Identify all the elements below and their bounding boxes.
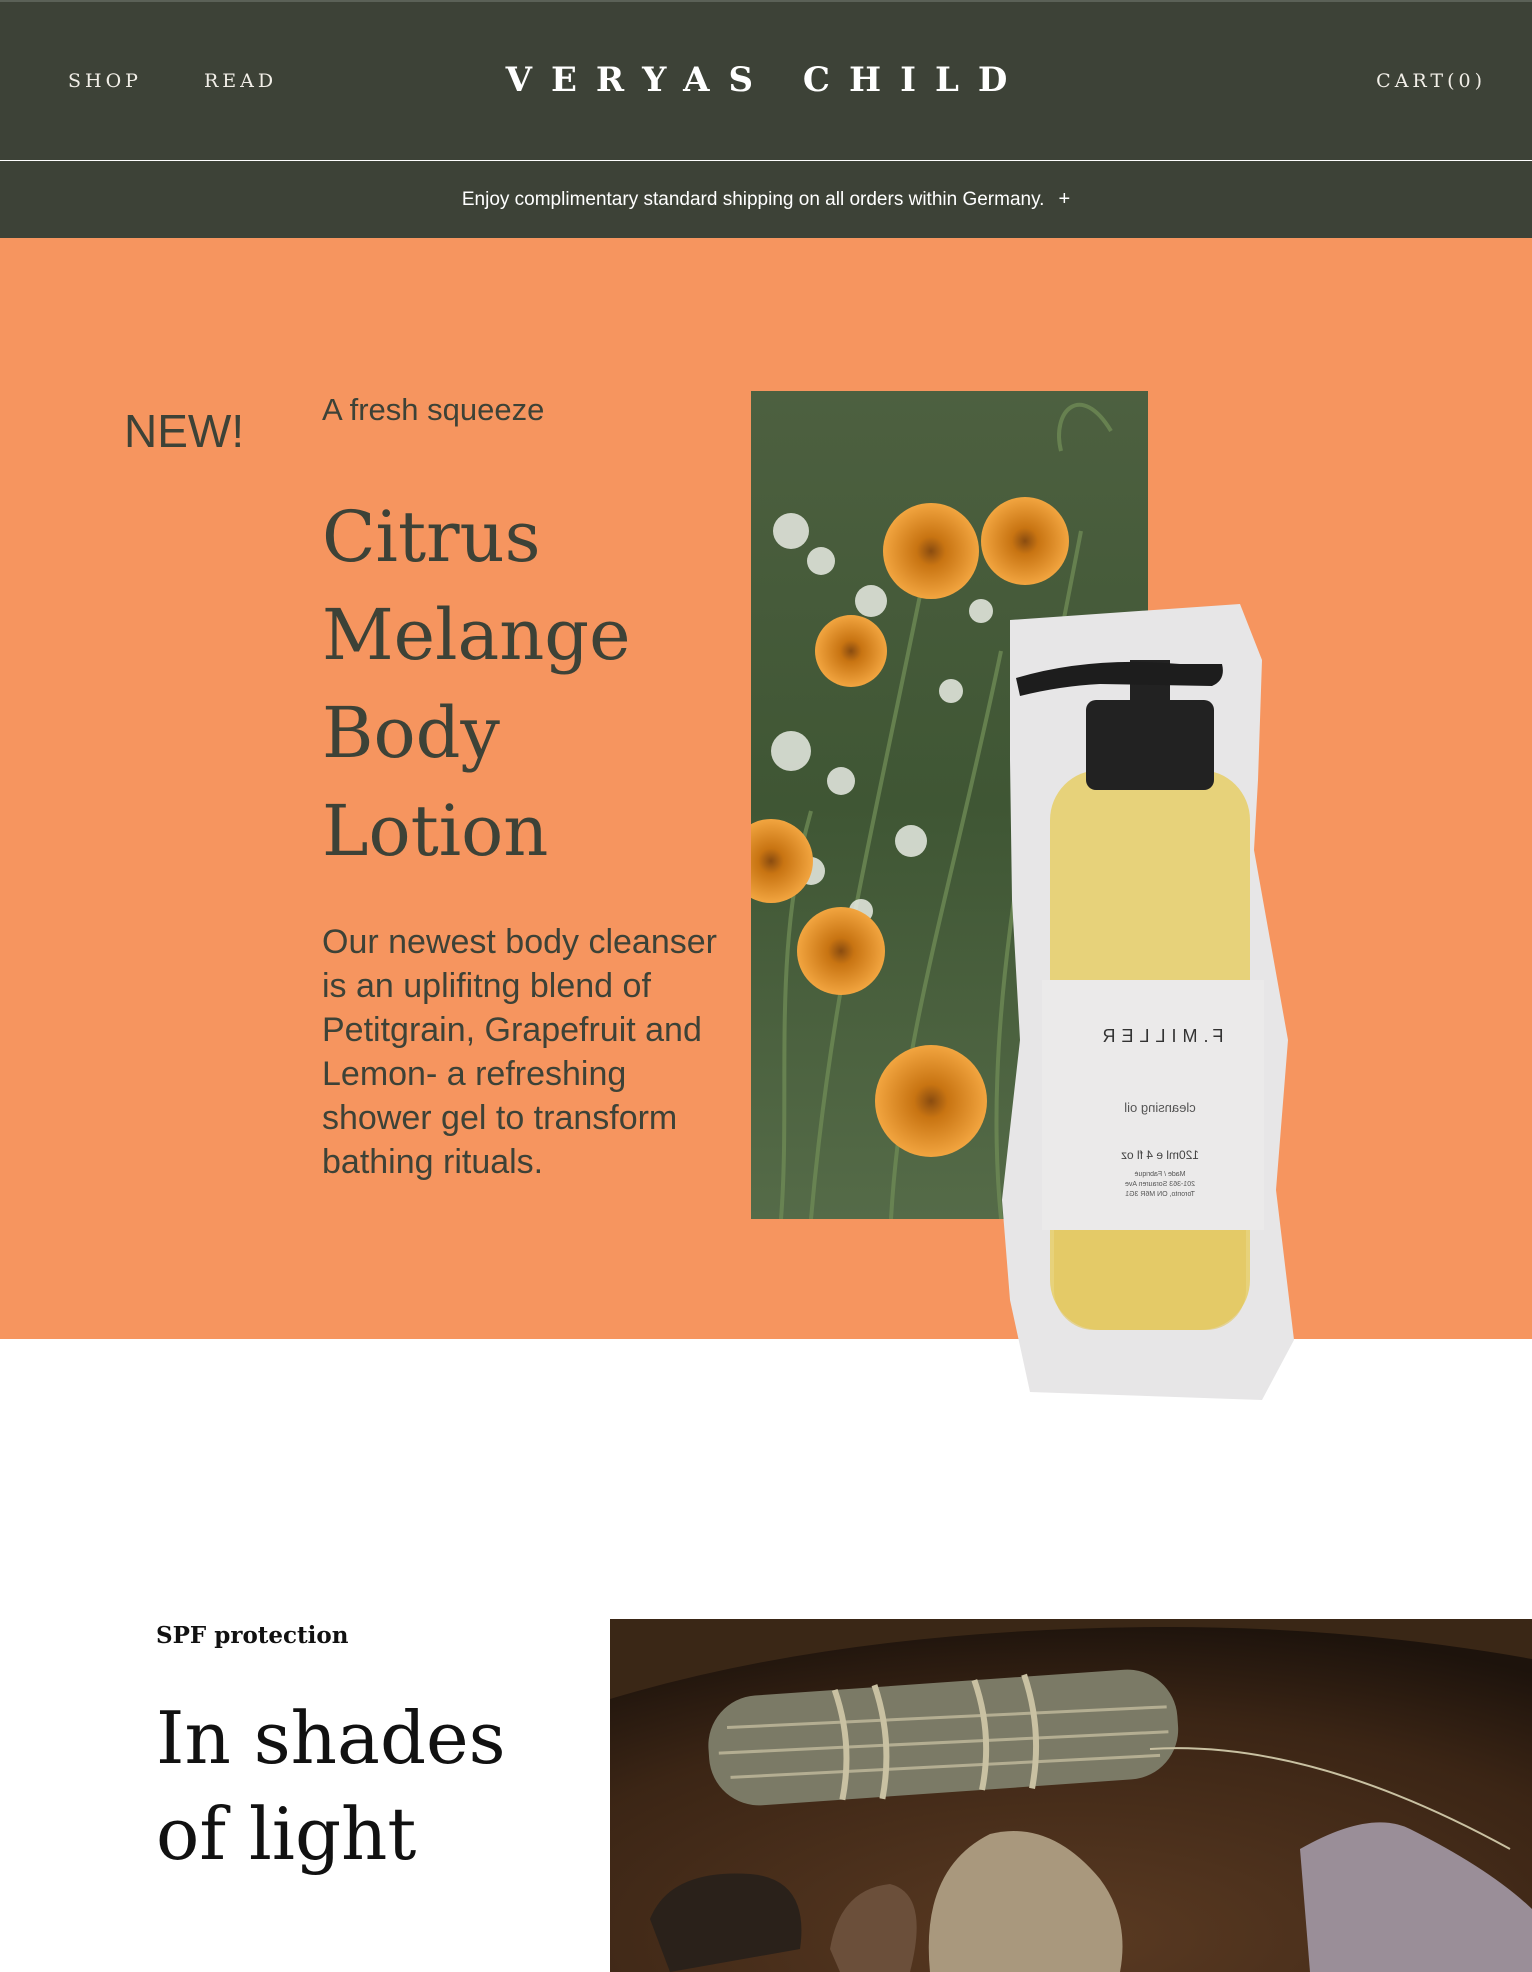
bottle-label-address-line: Toronto, ON M6R 3G1 — [1125, 1191, 1195, 1198]
bottle-label-address-line: 201-363 Sorauren Ave — [1125, 1181, 1195, 1188]
feature-title: In shades of light — [156, 1696, 506, 1876]
bottle-label-volume: 120ml e 4 fl oz — [1120, 1148, 1200, 1162]
hero-eyebrow: A fresh squeeze — [322, 392, 545, 427]
feature-eyebrow: SPF protection — [156, 1622, 349, 1649]
site-header: SHOP READ VERYAS CHILD CART(0) — [0, 0, 1532, 163]
hero-title: Citrus Melange Body Lotion — [322, 496, 631, 872]
expand-plus-icon[interactable]: + — [1058, 188, 1070, 211]
sage-crystals-photo — [610, 1619, 1532, 1972]
bottle-label-product: cleansing oil — [1124, 1100, 1196, 1115]
announcement-text: Enjoy complimentary standard shipping on… — [461, 188, 1045, 210]
bottle-label-address-line: Made / Fabriqué — [1134, 1171, 1186, 1178]
brand-logo[interactable]: VERYAS CHILD — [0, 60, 1532, 100]
cart-link[interactable]: CART(0) — [1376, 70, 1486, 92]
bottle-label-brand: F.MILLER — [1096, 1026, 1224, 1046]
new-badge: NEW! — [124, 405, 245, 457]
product-bottle-image: F.MILLER cleansing oil 120ml e 4 fl oz M… — [990, 600, 1330, 1400]
announcement-bar: Enjoy complimentary standard shipping on… — [0, 161, 1532, 238]
bottle-label-address: Made / Fabriqué 201-363 Sorauren Ave Tor… — [1080, 1170, 1240, 1200]
hero-description: Our newest body cleanser is an uplifitng… — [322, 923, 717, 1181]
